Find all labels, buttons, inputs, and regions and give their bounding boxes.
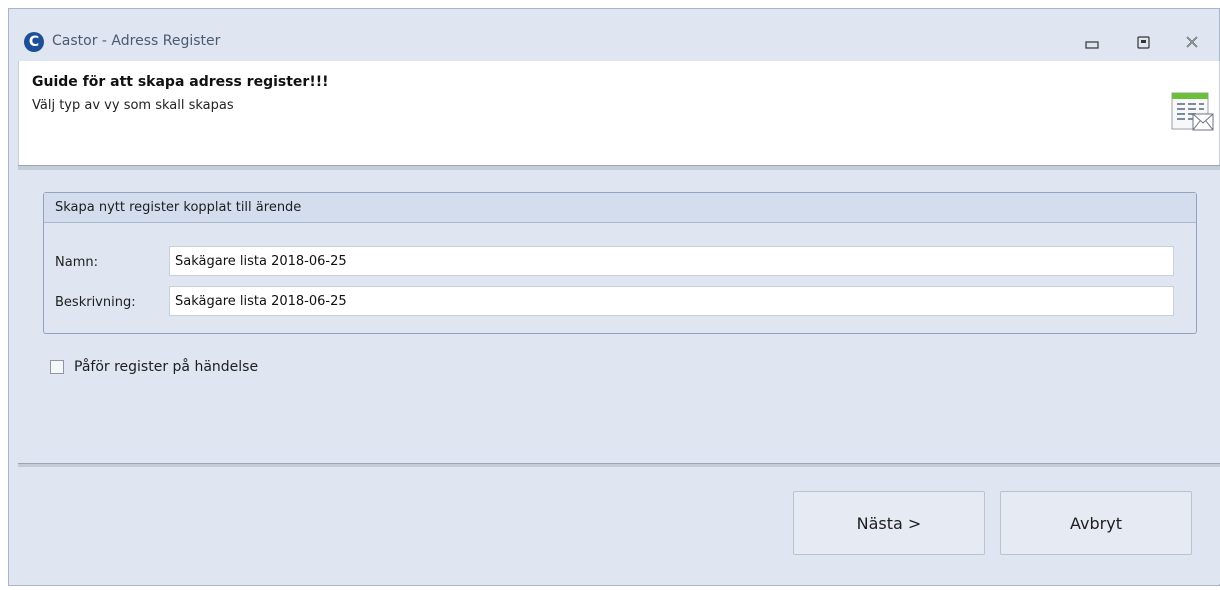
cancel-button[interactable]: Avbryt [1000, 491, 1192, 555]
close-icon[interactable] [1179, 29, 1205, 55]
next-button[interactable]: Nästa > [793, 491, 985, 555]
maximize-icon[interactable] [1130, 29, 1156, 55]
description-input[interactable] [169, 286, 1174, 316]
wizard-header: Guide för att skapa adress register!!! V… [18, 61, 1220, 165]
title-bar[interactable]: C Castor - Adress Register [9, 9, 1219, 61]
wizard-subtitle: Välj typ av vy som skall skapas [32, 98, 234, 113]
minimize-icon[interactable] [1079, 29, 1105, 55]
address-list-mail-icon [1171, 92, 1214, 131]
group-header: Skapa nytt register kopplat till ärende [44, 193, 1196, 223]
register-group-box: Skapa nytt register kopplat till ärende … [43, 192, 1197, 334]
name-input[interactable] [169, 246, 1174, 276]
dialog-window: C Castor - Adress Register Guide för att… [8, 8, 1220, 586]
wizard-title: Guide för att skapa adress register!!! [32, 74, 329, 90]
window-title: Castor - Adress Register [52, 33, 221, 49]
wizard-footer: Nästa > Avbryt [18, 467, 1220, 584]
name-label: Namn: [55, 255, 98, 270]
apply-register-label[interactable]: Påför register på händelse [74, 359, 258, 375]
apply-register-checkbox[interactable] [50, 360, 64, 374]
wizard-body: Skapa nytt register kopplat till ärende … [18, 170, 1220, 463]
castor-app-icon: C [24, 32, 44, 52]
description-label: Beskrivning: [55, 295, 136, 310]
group-title: Skapa nytt register kopplat till ärende [55, 200, 302, 215]
